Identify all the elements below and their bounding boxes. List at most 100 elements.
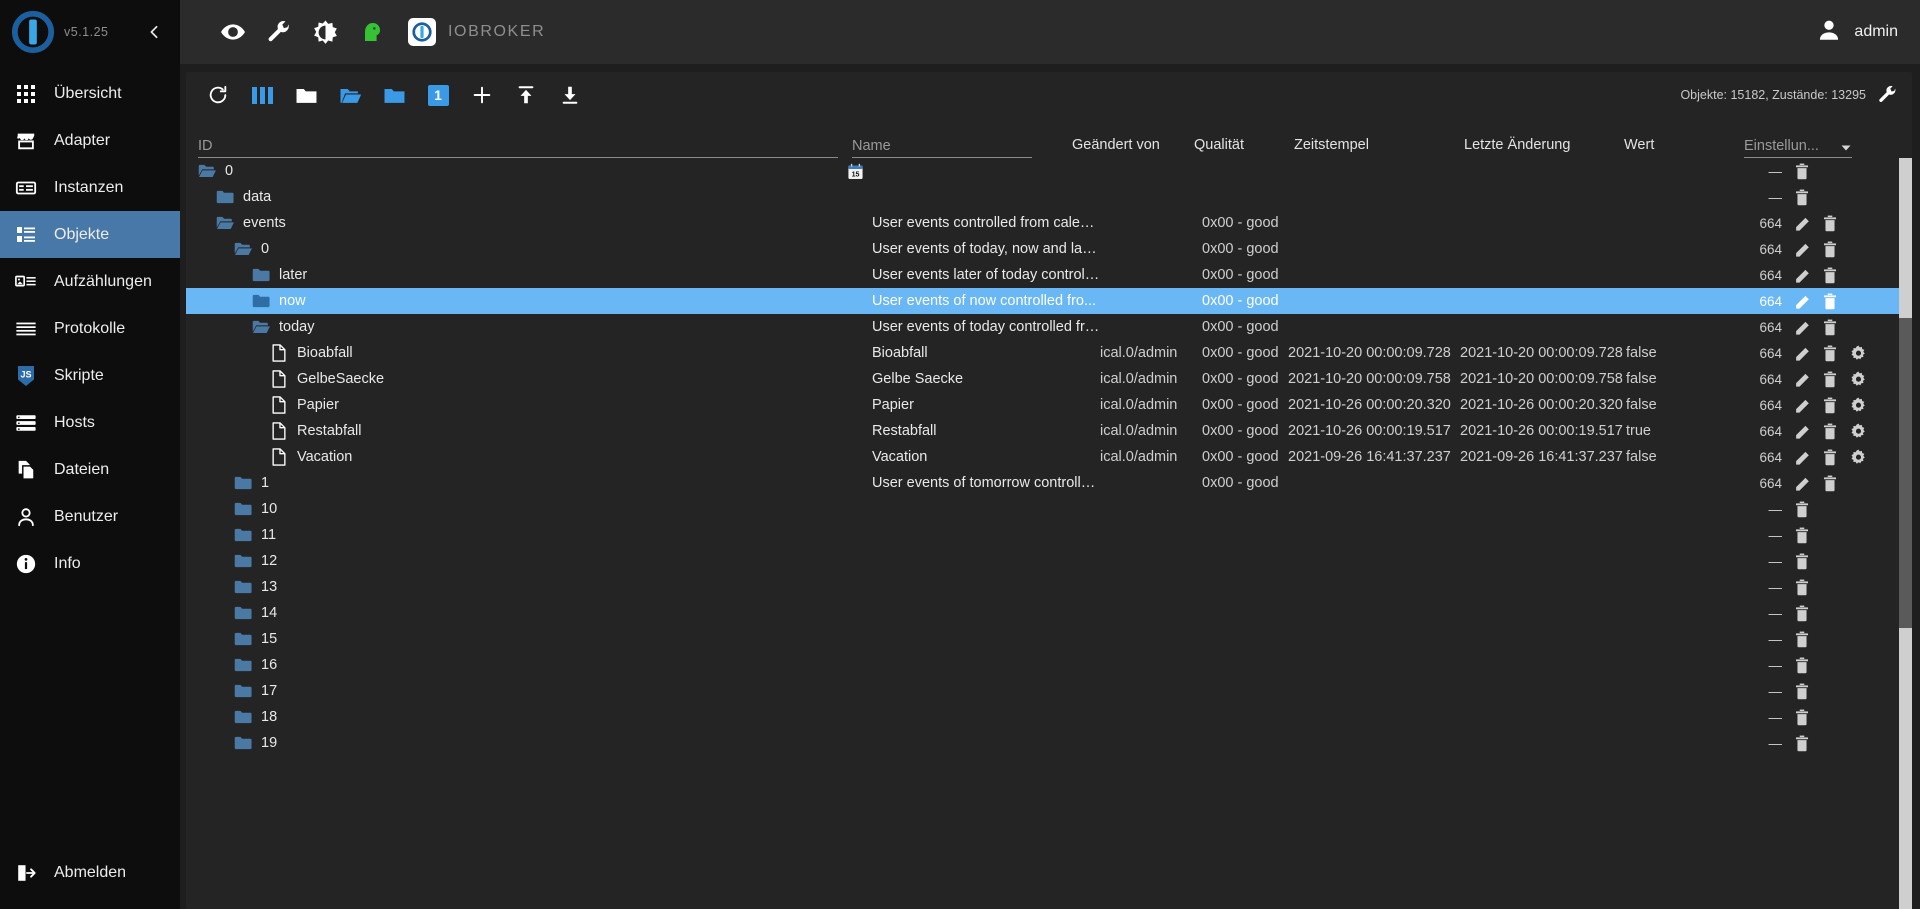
tree-node-icon[interactable] bbox=[198, 162, 216, 180]
tree-node-icon[interactable] bbox=[234, 474, 252, 492]
tree-node-icon[interactable] bbox=[252, 318, 270, 336]
tree-node-icon[interactable] bbox=[216, 214, 234, 232]
filter-id-input[interactable]: ID bbox=[198, 132, 838, 158]
column-header-quality[interactable]: Qualität bbox=[1194, 137, 1294, 158]
tree-node-icon[interactable] bbox=[252, 266, 270, 284]
delete-button[interactable] bbox=[1788, 527, 1816, 544]
delete-button[interactable] bbox=[1788, 657, 1816, 674]
delete-button[interactable] bbox=[1788, 631, 1816, 648]
sidebar-item-adapter[interactable]: Adapter bbox=[0, 117, 180, 164]
edit-button[interactable] bbox=[1788, 371, 1816, 388]
delete-button[interactable] bbox=[1816, 371, 1844, 388]
collapse-all-icon[interactable] bbox=[284, 76, 328, 114]
column-header-value[interactable]: Wert bbox=[1624, 137, 1744, 158]
table-row[interactable]: 0 15 — bbox=[186, 158, 1912, 184]
green-head-icon[interactable] bbox=[348, 12, 394, 52]
sidebar-item-uebersicht[interactable]: Übersicht bbox=[0, 70, 180, 117]
eye-icon[interactable] bbox=[210, 12, 256, 52]
table-row[interactable]: today User events of today controlled fro… bbox=[186, 314, 1912, 340]
column-header-timestamp[interactable]: Zeitstempel bbox=[1294, 137, 1464, 158]
column-settings-select[interactable]: Einstellun... bbox=[1744, 132, 1852, 158]
table-row[interactable]: GelbeSaecke Gelbe Saecke ical.0/admin 0x00 … bbox=[186, 366, 1912, 392]
sidebar-item-skripte[interactable]: JS Skripte bbox=[0, 352, 180, 399]
tree-node-icon[interactable] bbox=[234, 578, 252, 596]
table-row[interactable]: 13 — bbox=[186, 574, 1912, 600]
table-row[interactable]: Bioabfall Bioabfall ical.0/admin 0x00 - goo… bbox=[186, 340, 1912, 366]
wrench-icon[interactable] bbox=[256, 12, 302, 52]
tree-node-icon[interactable] bbox=[234, 604, 252, 622]
delete-button[interactable] bbox=[1816, 345, 1844, 362]
settings-button[interactable] bbox=[1844, 449, 1872, 466]
delete-button[interactable] bbox=[1788, 735, 1816, 752]
table-row[interactable]: Restabfall Restabfall ical.0/admin 0x00 - g… bbox=[186, 418, 1912, 444]
table-row[interactable]: 12 — bbox=[186, 548, 1912, 574]
delete-button[interactable] bbox=[1816, 423, 1844, 440]
tree-node-icon[interactable] bbox=[270, 396, 288, 414]
sidebar-item-instanzen[interactable]: Instanzen bbox=[0, 164, 180, 211]
table-row[interactable]: data — bbox=[186, 184, 1912, 210]
edit-button[interactable] bbox=[1788, 345, 1816, 362]
edit-button[interactable] bbox=[1788, 293, 1816, 310]
settings-button[interactable] bbox=[1844, 397, 1872, 414]
settings-button[interactable] bbox=[1844, 345, 1872, 362]
table-row[interactable]: 17 — bbox=[186, 678, 1912, 704]
table-row[interactable]: events User events controlled from calend… bbox=[186, 210, 1912, 236]
delete-button[interactable] bbox=[1788, 163, 1816, 180]
wrench-settings-icon[interactable] bbox=[1878, 85, 1898, 105]
sidebar-item-dateien[interactable]: Dateien bbox=[0, 446, 180, 493]
objects-tree-body[interactable]: 0 15 — data — events User events controlled fr… bbox=[186, 158, 1912, 909]
table-row[interactable]: 15 — bbox=[186, 626, 1912, 652]
delete-button[interactable] bbox=[1788, 683, 1816, 700]
table-row[interactable]: now User events of now controlled fro... 0… bbox=[186, 288, 1912, 314]
expand-one-icon[interactable] bbox=[372, 76, 416, 114]
edit-button[interactable] bbox=[1788, 267, 1816, 284]
table-row[interactable]: Vacation Vacation ical.0/admin 0x00 - good 2… bbox=[186, 444, 1912, 470]
tree-node-icon[interactable] bbox=[234, 656, 252, 674]
edit-button[interactable] bbox=[1788, 215, 1816, 232]
edit-button[interactable] bbox=[1788, 241, 1816, 258]
table-row[interactable]: 11 — bbox=[186, 522, 1912, 548]
tree-node-icon[interactable] bbox=[234, 734, 252, 752]
delete-button[interactable] bbox=[1788, 605, 1816, 622]
tree-node-icon[interactable] bbox=[234, 552, 252, 570]
delete-button[interactable] bbox=[1816, 397, 1844, 414]
table-row[interactable]: 14 — bbox=[186, 600, 1912, 626]
tree-node-icon[interactable] bbox=[270, 448, 288, 466]
filter-name-input[interactable]: Name bbox=[852, 132, 1032, 158]
sidebar-collapse-button[interactable] bbox=[142, 20, 166, 44]
vertical-scrollbar[interactable] bbox=[1899, 158, 1912, 909]
sidebar-item-aufzaehlungen[interactable]: Aufzählungen bbox=[0, 258, 180, 305]
tree-node-icon[interactable] bbox=[234, 240, 252, 258]
scrollbar-thumb[interactable] bbox=[1899, 318, 1912, 628]
tree-node-icon[interactable] bbox=[270, 370, 288, 388]
table-row[interactable]: later User events later of today controll… bbox=[186, 262, 1912, 288]
user-menu[interactable]: admin bbox=[1816, 17, 1898, 48]
depth-one-icon[interactable]: 1 bbox=[416, 76, 460, 114]
add-object-icon[interactable] bbox=[460, 76, 504, 114]
delete-button[interactable] bbox=[1816, 319, 1844, 336]
delete-button[interactable] bbox=[1816, 267, 1844, 284]
delete-button[interactable] bbox=[1816, 449, 1844, 466]
settings-button[interactable] bbox=[1844, 371, 1872, 388]
tree-node-icon[interactable] bbox=[252, 292, 270, 310]
sidebar-item-hosts[interactable]: Hosts bbox=[0, 399, 180, 446]
refresh-icon[interactable] bbox=[196, 76, 240, 114]
edit-button[interactable] bbox=[1788, 319, 1816, 336]
import-icon[interactable] bbox=[504, 76, 548, 114]
table-row[interactable]: 18 — bbox=[186, 704, 1912, 730]
sidebar-item-info[interactable]: Info bbox=[0, 540, 180, 587]
tree-node-icon[interactable] bbox=[234, 682, 252, 700]
brightness-contrast-icon[interactable] bbox=[302, 12, 348, 52]
expand-all-icon[interactable] bbox=[328, 76, 372, 114]
tree-node-icon[interactable] bbox=[234, 526, 252, 544]
delete-button[interactable] bbox=[1788, 501, 1816, 518]
edit-button[interactable] bbox=[1788, 449, 1816, 466]
table-row[interactable]: 0 User events of today, now and late... 0x… bbox=[186, 236, 1912, 262]
sidebar-item-protokolle[interactable]: Protokolle bbox=[0, 305, 180, 352]
table-row[interactable]: Papier Papier ical.0/admin 0x00 - good 2021-… bbox=[186, 392, 1912, 418]
edit-button[interactable] bbox=[1788, 475, 1816, 492]
edit-button[interactable] bbox=[1788, 397, 1816, 414]
sidebar-item-benutzer[interactable]: Benutzer bbox=[0, 493, 180, 540]
delete-button[interactable] bbox=[1788, 553, 1816, 570]
delete-button[interactable] bbox=[1788, 709, 1816, 726]
